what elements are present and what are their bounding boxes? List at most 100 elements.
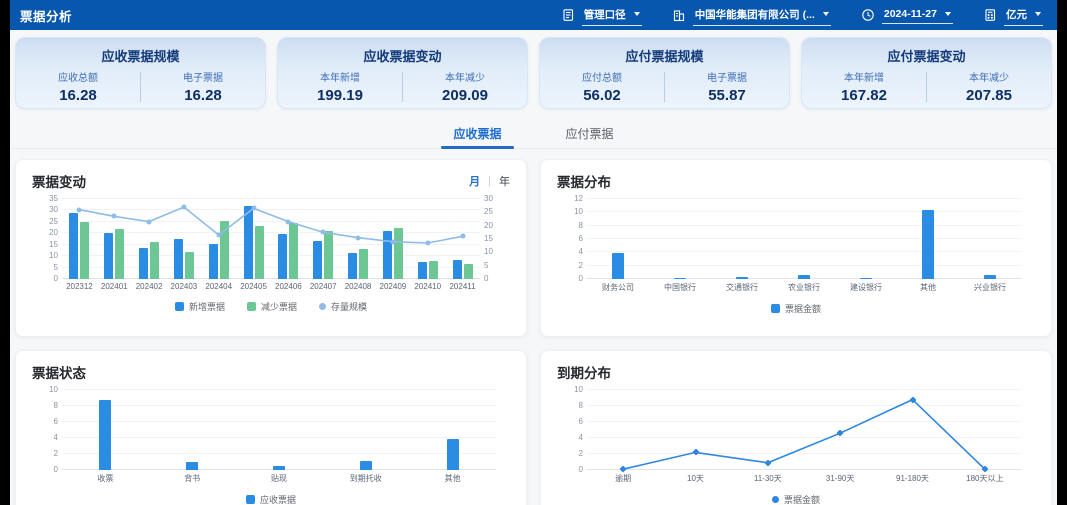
metric-label: 应付总额 bbox=[540, 69, 664, 84]
bar bbox=[273, 466, 285, 470]
x-axis-tick: 202403 bbox=[166, 282, 201, 291]
bar bbox=[922, 210, 934, 279]
x-axis-tick: 贴现 bbox=[236, 473, 323, 484]
bill-status-chart: 0246810收票背书贴现到期托收其他应收票据 bbox=[32, 390, 510, 505]
card-title: 应付票据变动 bbox=[802, 46, 1051, 65]
chevron-down-icon bbox=[823, 12, 829, 16]
x-axis-tick: 202402 bbox=[132, 282, 167, 291]
y-axis-tick: 2 bbox=[559, 261, 583, 271]
maturity-distribution-chart: 0246810 逾期10天11-30天31-90天91-180天180天以上票据金… bbox=[557, 390, 1035, 505]
toggle-year[interactable]: 年 bbox=[499, 173, 510, 189]
x-axis-tick: 逾期 bbox=[587, 473, 659, 484]
bar bbox=[860, 278, 872, 279]
line-point bbox=[425, 241, 430, 246]
y-axis-tick: 2 bbox=[34, 449, 58, 459]
metric-value: 167.82 bbox=[802, 87, 926, 104]
x-axis-tick: 202408 bbox=[341, 282, 376, 291]
bar-group bbox=[62, 390, 149, 470]
bar-group bbox=[711, 199, 773, 279]
company-icon bbox=[672, 8, 686, 22]
legend-label: 减少票据 bbox=[261, 300, 297, 313]
filter-bar: 管理口径 中国华能集团有限公司 (... bbox=[561, 5, 1043, 26]
filter-company-value: 中国华能集团有限公司 (... bbox=[695, 7, 815, 22]
bar-group bbox=[236, 390, 323, 470]
y-axis-tick: 8 bbox=[34, 401, 58, 411]
legend: 票据金额 bbox=[557, 493, 1035, 505]
line-series bbox=[587, 390, 1021, 470]
legend-item[interactable]: 票据金额 bbox=[771, 302, 821, 315]
y-axis-tick: 4 bbox=[34, 433, 58, 443]
bar-group bbox=[959, 199, 1021, 279]
y-axis-tick: 30 bbox=[34, 205, 58, 215]
legend: 票据金额 bbox=[557, 302, 1035, 315]
metric-label: 本年减少 bbox=[927, 69, 1051, 84]
chevron-down-icon bbox=[634, 12, 640, 16]
metric-value: 199.19 bbox=[278, 87, 402, 104]
y-axis-tick: 10 bbox=[34, 385, 58, 395]
panel-bill-change: 票据变动 月 | 年 05101520253035051015202530202… bbox=[15, 159, 527, 337]
y-axis-tick: 20 bbox=[34, 228, 58, 238]
y-axis-tick: 10 bbox=[34, 251, 58, 261]
y-axis-right-tick: 10 bbox=[484, 247, 508, 257]
x-axis-tick: 11-30天 bbox=[732, 473, 804, 484]
unit-icon bbox=[983, 8, 997, 22]
plot-area: 0246810 bbox=[62, 390, 496, 470]
plot-area: 0246810 bbox=[587, 390, 1021, 470]
y-axis-right-tick: 20 bbox=[484, 221, 508, 231]
legend-item[interactable]: 存量规模 bbox=[319, 300, 367, 313]
panel-bill-status: 票据状态 0246810收票背书贴现到期托收其他应收票据 bbox=[15, 350, 527, 505]
x-axis-tick: 91-180天 bbox=[876, 473, 948, 484]
y-axis-tick: 0 bbox=[34, 274, 58, 284]
card-payable-scale: 应付票据规模 应付总额 56.02 电子票据 55.87 bbox=[539, 37, 790, 109]
legend: 应收票据 bbox=[32, 493, 510, 505]
tab-receivable-bills[interactable]: 应收票据 bbox=[449, 118, 505, 148]
legend-item[interactable]: 减少票据 bbox=[247, 300, 297, 313]
toggle-month[interactable]: 月 bbox=[469, 173, 480, 189]
metric-value: 209.09 bbox=[403, 87, 527, 104]
bill-change-chart: 05101520253035051015202530 20231220240120… bbox=[32, 199, 510, 313]
filter-company-dropdown[interactable]: 中国华能集团有限公司 (... bbox=[672, 5, 831, 26]
legend-item[interactable]: 应收票据 bbox=[246, 493, 296, 505]
bars bbox=[62, 390, 496, 470]
bar bbox=[612, 253, 624, 279]
x-axis: 2023122024012024022024032024042024052024… bbox=[62, 282, 480, 291]
panel-title: 到期分布 bbox=[557, 362, 611, 382]
y-axis-tick: 5 bbox=[34, 263, 58, 273]
legend: 新增票据 减少票据 存量规模 bbox=[32, 300, 510, 313]
tab-payable-bills[interactable]: 应付票据 bbox=[562, 118, 618, 148]
y-axis-tick: 10 bbox=[559, 207, 583, 217]
legend-line-marker-icon bbox=[772, 496, 779, 503]
line-point bbox=[460, 234, 465, 239]
bar bbox=[984, 275, 996, 279]
bar bbox=[186, 462, 198, 470]
bill-type-tabs: 应收票据 应付票据 bbox=[10, 118, 1057, 149]
filter-date-dropdown[interactable]: 2024-11-27 bbox=[861, 6, 953, 24]
y-axis-right-tick: 25 bbox=[484, 207, 508, 217]
legend-bar-marker-icon bbox=[771, 304, 780, 313]
y-axis-tick: 12 bbox=[559, 194, 583, 204]
y-axis-tick: 4 bbox=[559, 433, 583, 443]
metric-value: 55.87 bbox=[665, 87, 789, 104]
legend-bar-marker-icon bbox=[247, 302, 256, 311]
card-payable-change: 应付票据变动 本年新增 167.82 本年减少 207.85 bbox=[801, 37, 1052, 109]
x-axis-tick: 其他 bbox=[409, 473, 496, 484]
line-point bbox=[286, 219, 291, 224]
y-axis-tick: 25 bbox=[34, 217, 58, 227]
legend-line-marker-icon bbox=[319, 303, 326, 310]
x-axis: 逾期10天11-30天31-90天91-180天180天以上 bbox=[587, 473, 1021, 484]
x-axis-tick: 建设银行 bbox=[835, 282, 897, 293]
x-axis-tick: 中国银行 bbox=[649, 282, 711, 293]
legend-item[interactable]: 新增票据 bbox=[175, 300, 225, 313]
x-axis-tick: 202410 bbox=[410, 282, 445, 291]
card-title: 应付票据规模 bbox=[540, 46, 789, 65]
top-bar: 票据分析 管理口径 bbox=[10, 0, 1057, 30]
x-axis: 财务公司中国银行交通银行农业银行建设银行其他兴业银行 bbox=[587, 282, 1021, 293]
legend-item[interactable]: 票据金额 bbox=[772, 493, 820, 505]
line-point bbox=[112, 214, 117, 219]
line-point bbox=[356, 235, 361, 240]
plot-area: 05101520253035051015202530 bbox=[62, 199, 480, 279]
filter-unit-dropdown[interactable]: 亿元 bbox=[983, 5, 1043, 26]
line-point bbox=[77, 207, 82, 212]
x-axis-tick: 其他 bbox=[897, 282, 959, 293]
filter-caliber-dropdown[interactable]: 管理口径 bbox=[561, 5, 642, 26]
